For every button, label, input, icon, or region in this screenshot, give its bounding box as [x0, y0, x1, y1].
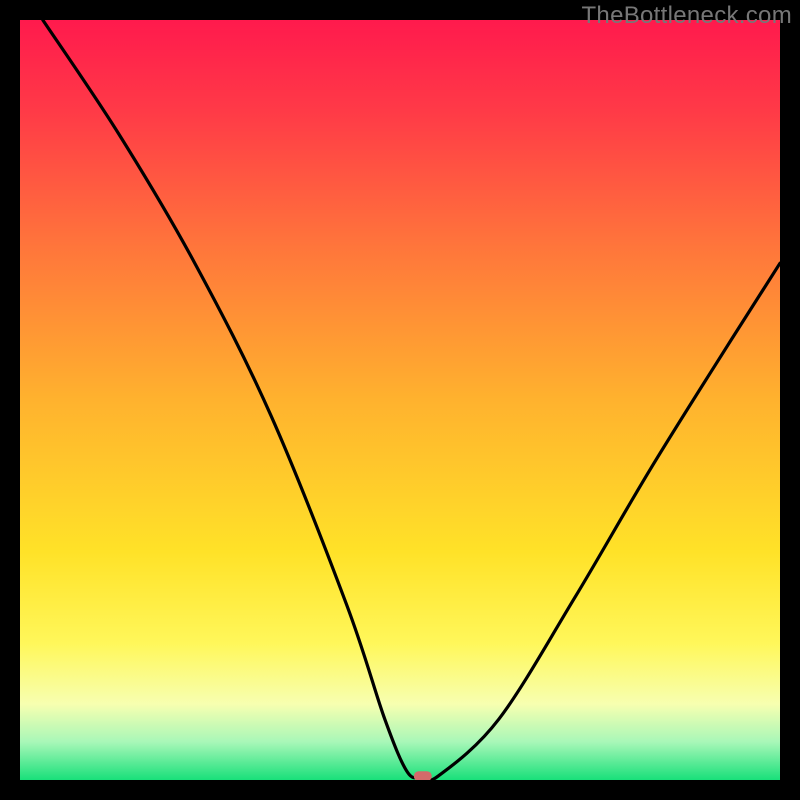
bottleneck-chart [20, 20, 780, 780]
plot-area [20, 20, 780, 780]
optimal-marker [414, 771, 432, 780]
watermark-text: TheBottleneck.com [581, 2, 792, 30]
gradient-background [20, 20, 780, 780]
chart-frame: TheBottleneck.com [0, 0, 800, 800]
